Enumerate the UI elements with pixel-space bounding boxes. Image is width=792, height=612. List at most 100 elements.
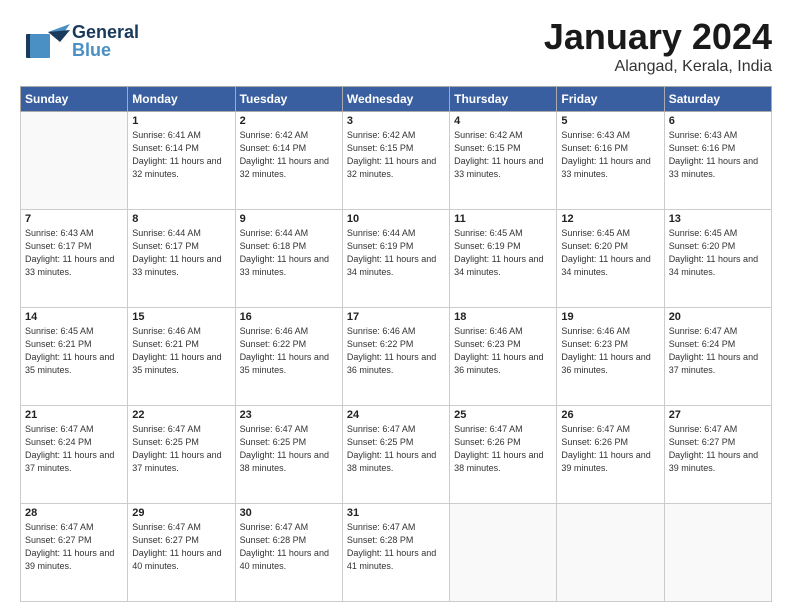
day-info: Sunrise: 6:47 AMSunset: 6:28 PMDaylight:… (240, 521, 338, 573)
calendar-day-cell: 18 Sunrise: 6:46 AMSunset: 6:23 PMDayligh… (450, 308, 557, 406)
day-number: 6 (669, 115, 767, 127)
day-info: Sunrise: 6:47 AMSunset: 6:27 PMDaylight:… (132, 521, 230, 573)
calendar-day-cell: 27 Sunrise: 6:47 AMSunset: 6:27 PMDayligh… (664, 406, 771, 504)
calendar-day-cell: 21Sunrise: 6:47 AMSunset: 6:24 PMDayligh… (21, 406, 128, 504)
calendar-week-row: 21Sunrise: 6:47 AMSunset: 6:24 PMDayligh… (21, 406, 772, 504)
calendar-day-cell: 10 Sunrise: 6:44 AMSunset: 6:19 PMDayligh… (342, 210, 449, 308)
calendar-day-cell (450, 504, 557, 602)
calendar-day-cell: 7 Sunrise: 6:43 AMSunset: 6:17 PMDaylight… (21, 210, 128, 308)
day-info: Sunrise: 6:43 AMSunset: 6:17 PMDaylight:… (25, 227, 123, 279)
calendar-week-row: 1 Sunrise: 6:41 AMSunset: 6:14 PMDaylight… (21, 112, 772, 210)
logo-icon (20, 16, 70, 66)
day-number: 27 (669, 409, 767, 421)
calendar-day-cell (557, 504, 664, 602)
calendar-week-row: 28 Sunrise: 6:47 AMSunset: 6:27 PMDayligh… (21, 504, 772, 602)
day-number: 28 (25, 507, 123, 519)
calendar-day-cell: 29Sunrise: 6:47 AMSunset: 6:27 PMDayligh… (128, 504, 235, 602)
day-info: Sunrise: 6:42 AMSunset: 6:15 PMDaylight:… (454, 129, 552, 181)
day-info: Sunrise: 6:45 AMSunset: 6:21 PMDaylight:… (25, 325, 123, 377)
calendar-day-header: Saturday (664, 87, 771, 112)
calendar-day-header: Friday (557, 87, 664, 112)
calendar-day-cell: 2 Sunrise: 6:42 AMSunset: 6:14 PMDaylight… (235, 112, 342, 210)
day-number: 16 (240, 311, 338, 323)
location: Alangad, Kerala, India (544, 58, 772, 76)
calendar-week-row: 14 Sunrise: 6:45 AMSunset: 6:21 PMDayligh… (21, 308, 772, 406)
calendar-day-cell: 23 Sunrise: 6:47 AMSunset: 6:25 PMDayligh… (235, 406, 342, 504)
day-info: Sunrise: 6:46 AMSunset: 6:23 PMDaylight:… (561, 325, 659, 377)
day-info: Sunrise: 6:47 AMSunset: 6:25 PMDaylight:… (240, 423, 338, 475)
day-number: 14 (25, 311, 123, 323)
day-info: Sunrise: 6:46 AMSunset: 6:23 PMDaylight:… (454, 325, 552, 377)
day-info: Sunrise: 6:47 AMSunset: 6:25 PMDaylight:… (132, 423, 230, 475)
calendar-day-cell: 13Sunrise: 6:45 AMSunset: 6:20 PMDayligh… (664, 210, 771, 308)
day-info: Sunrise: 6:44 AMSunset: 6:18 PMDaylight:… (240, 227, 338, 279)
day-number: 12 (561, 213, 659, 225)
day-info: Sunrise: 6:44 AMSunset: 6:19 PMDaylight:… (347, 227, 445, 279)
calendar-day-cell: 3 Sunrise: 6:42 AMSunset: 6:15 PMDaylight… (342, 112, 449, 210)
day-number: 31 (347, 507, 445, 519)
calendar-day-cell: 17 Sunrise: 6:46 AMSunset: 6:22 PMDayligh… (342, 308, 449, 406)
calendar-day-cell: 30 Sunrise: 6:47 AMSunset: 6:28 PMDayligh… (235, 504, 342, 602)
day-info: Sunrise: 6:47 AMSunset: 6:24 PMDaylight:… (25, 423, 123, 475)
day-info: Sunrise: 6:43 AMSunset: 6:16 PMDaylight:… (561, 129, 659, 181)
day-number: 10 (347, 213, 445, 225)
page: General Blue January 2024 Alangad, Keral… (0, 0, 792, 612)
calendar-day-cell: 9 Sunrise: 6:44 AMSunset: 6:18 PMDaylight… (235, 210, 342, 308)
day-info: Sunrise: 6:46 AMSunset: 6:22 PMDaylight:… (240, 325, 338, 377)
header: General Blue January 2024 Alangad, Keral… (20, 16, 772, 76)
calendar-day-cell: 8Sunrise: 6:44 AMSunset: 6:17 PMDaylight… (128, 210, 235, 308)
day-info: Sunrise: 6:47 AMSunset: 6:26 PMDaylight:… (561, 423, 659, 475)
calendar-day-cell: 24 Sunrise: 6:47 AMSunset: 6:25 PMDayligh… (342, 406, 449, 504)
day-info: Sunrise: 6:41 AMSunset: 6:14 PMDaylight:… (132, 129, 230, 181)
day-info: Sunrise: 6:47 AMSunset: 6:25 PMDaylight:… (347, 423, 445, 475)
day-number: 7 (25, 213, 123, 225)
calendar-day-cell: 6 Sunrise: 6:43 AMSunset: 6:16 PMDaylight… (664, 112, 771, 210)
logo-name: General Blue (72, 23, 139, 59)
day-info: Sunrise: 6:45 AMSunset: 6:20 PMDaylight:… (669, 227, 767, 279)
day-number: 4 (454, 115, 552, 127)
day-info: Sunrise: 6:42 AMSunset: 6:15 PMDaylight:… (347, 129, 445, 181)
calendar-day-cell: 4 Sunrise: 6:42 AMSunset: 6:15 PMDaylight… (450, 112, 557, 210)
day-info: Sunrise: 6:45 AMSunset: 6:20 PMDaylight:… (561, 227, 659, 279)
calendar-day-cell: 25 Sunrise: 6:47 AMSunset: 6:26 PMDayligh… (450, 406, 557, 504)
day-number: 25 (454, 409, 552, 421)
day-number: 30 (240, 507, 338, 519)
day-number: 11 (454, 213, 552, 225)
day-info: Sunrise: 6:47 AMSunset: 6:27 PMDaylight:… (25, 521, 123, 573)
day-number: 26 (561, 409, 659, 421)
day-number: 24 (347, 409, 445, 421)
day-number: 8 (132, 213, 230, 225)
day-number: 2 (240, 115, 338, 127)
day-info: Sunrise: 6:47 AMSunset: 6:28 PMDaylight:… (347, 521, 445, 573)
calendar-day-header: Wednesday (342, 87, 449, 112)
day-number: 22 (132, 409, 230, 421)
day-number: 3 (347, 115, 445, 127)
day-info: Sunrise: 6:45 AMSunset: 6:19 PMDaylight:… (454, 227, 552, 279)
title-block: January 2024 Alangad, Kerala, India (544, 16, 772, 76)
calendar-day-cell: 26 Sunrise: 6:47 AMSunset: 6:26 PMDayligh… (557, 406, 664, 504)
day-number: 18 (454, 311, 552, 323)
logo-general-text: General (72, 23, 139, 41)
calendar-day-cell: 5Sunrise: 6:43 AMSunset: 6:16 PMDaylight… (557, 112, 664, 210)
calendar-day-cell: 31 Sunrise: 6:47 AMSunset: 6:28 PMDayligh… (342, 504, 449, 602)
day-number: 23 (240, 409, 338, 421)
day-number: 17 (347, 311, 445, 323)
logo: General Blue (20, 16, 139, 66)
day-info: Sunrise: 6:47 AMSunset: 6:26 PMDaylight:… (454, 423, 552, 475)
calendar-day-header: Monday (128, 87, 235, 112)
calendar-day-cell: 28 Sunrise: 6:47 AMSunset: 6:27 PMDayligh… (21, 504, 128, 602)
logo-blue-text: Blue (72, 41, 139, 59)
calendar-day-cell (21, 112, 128, 210)
calendar-day-cell: 11 Sunrise: 6:45 AMSunset: 6:19 PMDayligh… (450, 210, 557, 308)
calendar-day-cell: 14 Sunrise: 6:45 AMSunset: 6:21 PMDayligh… (21, 308, 128, 406)
day-info: Sunrise: 6:47 AMSunset: 6:27 PMDaylight:… (669, 423, 767, 475)
calendar-day-cell (664, 504, 771, 602)
day-info: Sunrise: 6:46 AMSunset: 6:22 PMDaylight:… (347, 325, 445, 377)
day-number: 1 (132, 115, 230, 127)
day-info: Sunrise: 6:42 AMSunset: 6:14 PMDaylight:… (240, 129, 338, 181)
day-number: 9 (240, 213, 338, 225)
day-info: Sunrise: 6:43 AMSunset: 6:16 PMDaylight:… (669, 129, 767, 181)
calendar-day-cell: 15Sunrise: 6:46 AMSunset: 6:21 PMDayligh… (128, 308, 235, 406)
day-info: Sunrise: 6:47 AMSunset: 6:24 PMDaylight:… (669, 325, 767, 377)
calendar-day-header: Thursday (450, 87, 557, 112)
